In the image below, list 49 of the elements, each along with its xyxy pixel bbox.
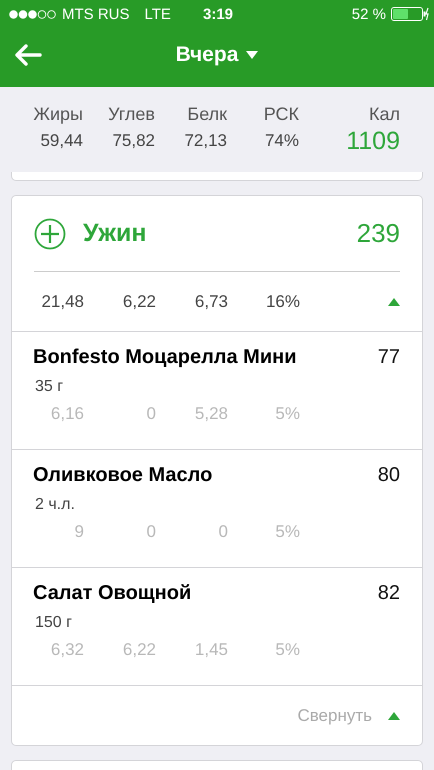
nutrient-value: 74% xyxy=(264,130,299,150)
nutrient-value: 72,13 xyxy=(184,130,227,150)
nutrient-label: Жиры xyxy=(33,104,83,124)
nutrient-label: РСК xyxy=(264,104,299,124)
add-icon[interactable] xyxy=(34,218,66,250)
meal-calories: 239 xyxy=(356,218,400,249)
food-nutrient: 0 xyxy=(146,522,156,542)
food-calories: 80 xyxy=(378,464,400,487)
food-nutrient: 5% xyxy=(274,404,300,424)
food-nutrient: 0 xyxy=(146,404,156,424)
calories-total: 1109 xyxy=(346,126,400,156)
meal-total: 6,73 xyxy=(194,292,228,312)
nutrient-value: 75,82 xyxy=(112,130,155,150)
meal-title: Ужин xyxy=(83,219,148,248)
food-name[interactable]: Салат Овощной xyxy=(33,582,192,605)
food-nutrient: 5% xyxy=(274,522,300,542)
up-triangle-icon xyxy=(388,712,400,720)
collapse-triangle-icon[interactable] xyxy=(388,298,400,306)
food-nutrient: 9 xyxy=(74,522,84,542)
food-nutrient: 0 xyxy=(218,522,228,542)
food-nutrient: 5% xyxy=(274,640,300,660)
food-amount: 2 ч.л. xyxy=(35,496,76,514)
food-nutrient: 1,45 xyxy=(194,640,228,660)
food-amount: 150 г xyxy=(35,614,73,632)
food-nutrient: 6,16 xyxy=(50,404,84,424)
clock: 3:19 xyxy=(203,6,234,23)
caret-icon xyxy=(246,50,258,58)
food-calories: 77 xyxy=(378,346,400,369)
meal-total: 21,48 xyxy=(40,292,84,312)
nutrient-value: 59,44 xyxy=(40,130,83,150)
nutrient-label: Углев xyxy=(108,104,155,124)
battery-percent: 52 % xyxy=(352,6,386,22)
back-arrow-icon[interactable] xyxy=(14,44,42,66)
signal-icon xyxy=(9,10,57,18)
calories-label: Кал xyxy=(369,104,400,124)
carrier-name: MTS RUS xyxy=(62,6,130,22)
food-amount: 35 г xyxy=(35,378,64,396)
network-type: LTE xyxy=(144,6,171,22)
nutrient-label: Белк xyxy=(187,104,227,124)
date-dropdown[interactable]: Вчера xyxy=(176,42,258,66)
food-name[interactable]: Оливковое Масло xyxy=(33,464,212,487)
food-calories: 82 xyxy=(378,582,400,605)
food-name[interactable]: Bonfesto Моцарелла Мини xyxy=(33,346,297,369)
food-nutrient: 6,22 xyxy=(122,640,156,660)
food-nutrient: 6,32 xyxy=(50,640,84,660)
meal-total: 6,22 xyxy=(122,292,156,312)
battery-icon xyxy=(391,7,429,21)
food-nutrient: 5,28 xyxy=(194,404,228,424)
meal-total: 16% xyxy=(264,292,300,312)
